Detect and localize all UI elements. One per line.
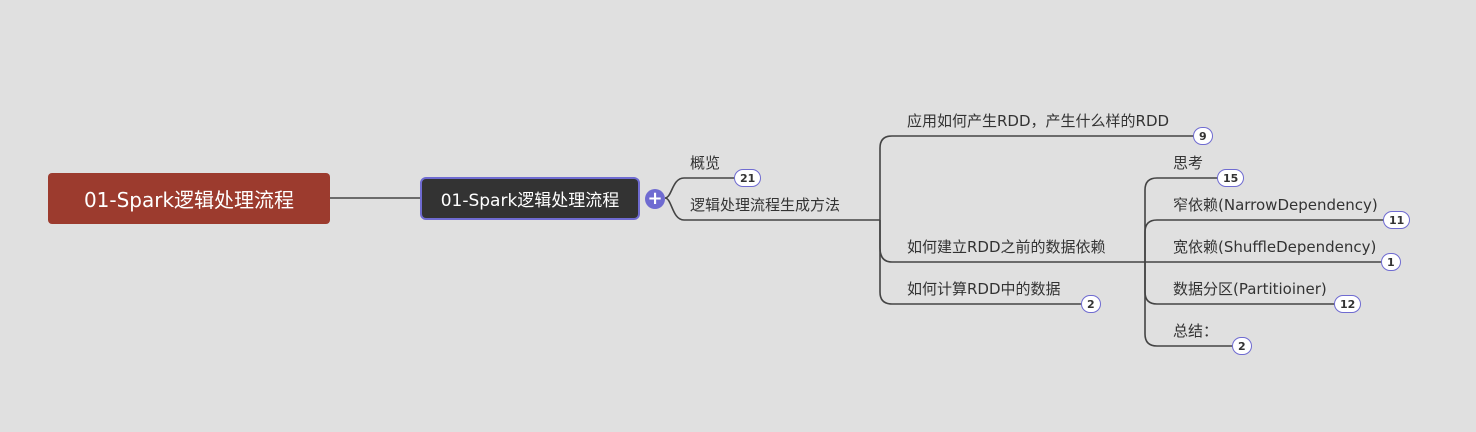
compute-count-badge[interactable]: 2 (1081, 295, 1101, 313)
topic-partitioner[interactable]: 数据分区(Partitioiner) (1173, 278, 1327, 299)
topic-app-rdd[interactable]: 应用如何产生RDD，产生什么样的RDD (907, 110, 1169, 131)
topic-dependency[interactable]: 如何建立RDD之前的数据依赖 (907, 236, 1106, 257)
partitioner-count-badge[interactable]: 12 (1334, 295, 1362, 313)
topic-summary[interactable]: 总结： (1173, 320, 1218, 341)
root-topic[interactable]: 01-Spark逻辑处理流程 (48, 173, 330, 224)
topic-overview[interactable]: 概览 (690, 152, 720, 173)
shuffle-count-badge[interactable]: 1 (1381, 253, 1401, 271)
topic-thinking[interactable]: 思考 (1173, 152, 1203, 173)
main-topic[interactable]: 01-Spark逻辑处理流程 (420, 177, 640, 220)
narrow-count-badge[interactable]: 11 (1383, 211, 1411, 229)
topic-shuffle-dependency[interactable]: 宽依赖(ShuffleDependency) (1173, 236, 1376, 257)
thinking-count-badge[interactable]: 15 (1217, 169, 1245, 187)
app-rdd-count-badge[interactable]: 9 (1193, 127, 1213, 145)
topic-compute[interactable]: 如何计算RDD中的数据 (907, 278, 1061, 299)
overview-count-badge[interactable]: 21 (734, 169, 762, 187)
plus-icon[interactable]: + (645, 189, 665, 209)
topic-narrow-dependency[interactable]: 窄依赖(NarrowDependency) (1173, 194, 1378, 215)
summary-count-badge[interactable]: 2 (1232, 337, 1252, 355)
topic-method[interactable]: 逻辑处理流程生成方法 (690, 194, 840, 215)
